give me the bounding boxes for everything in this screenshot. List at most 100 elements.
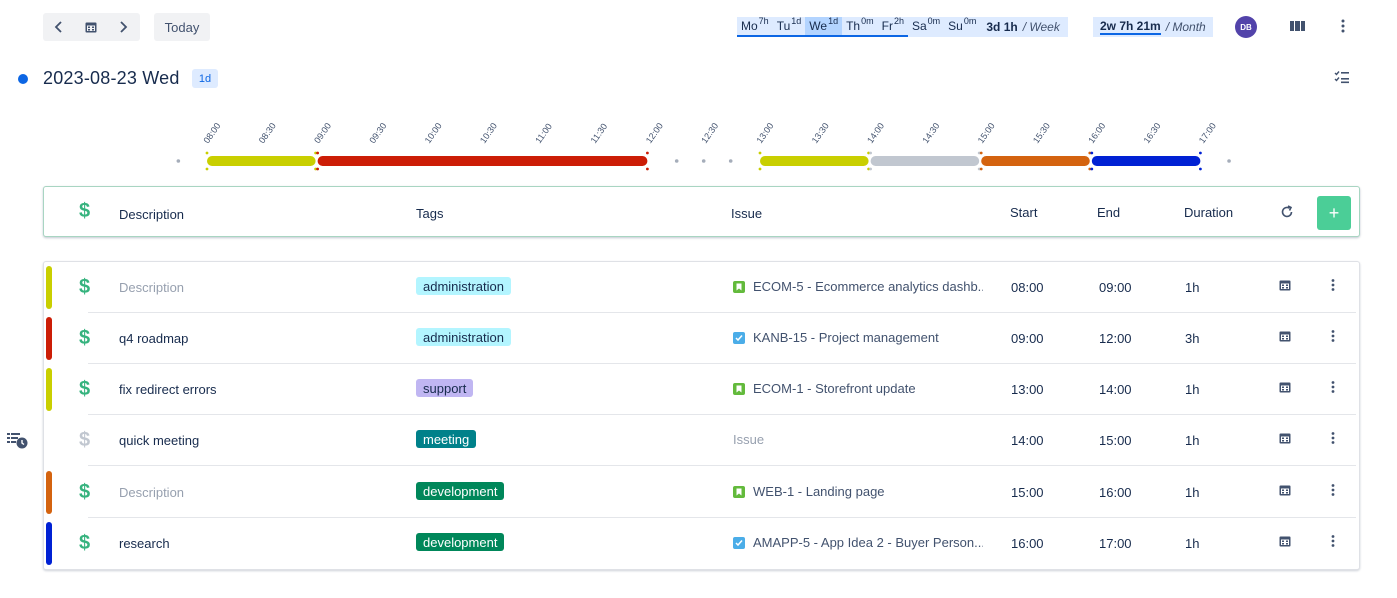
tag-badge[interactable]: support: [416, 379, 474, 397]
refresh-button[interactable]: [1280, 205, 1294, 222]
duration[interactable]: 1h: [1185, 536, 1199, 551]
tag-badge[interactable]: administration: [416, 277, 511, 295]
table-row[interactable]: $ quick meeting meeting Issue 14:00 15:00 1h: [44, 415, 1359, 466]
calendar-picker-button[interactable]: [75, 13, 107, 41]
table-row[interactable]: $ research development AMAPP-5 - App Idea 2…: [44, 518, 1359, 569]
story-icon: [733, 382, 745, 395]
week-day-su[interactable]: Su 0m: [944, 16, 981, 37]
dollar-icon[interactable]: $: [79, 532, 90, 555]
issue-field[interactable]: KANB-15 - Project management: [733, 330, 983, 345]
tag-badge[interactable]: meeting: [416, 430, 477, 448]
tag-badge[interactable]: administration: [416, 328, 511, 346]
start-time[interactable]: 15:00: [1011, 485, 1044, 500]
bulk-select-button[interactable]: [1334, 70, 1350, 89]
duration[interactable]: 3h: [1185, 331, 1199, 346]
start-time[interactable]: 14:00: [1011, 433, 1044, 448]
reschedule-button[interactable]: [1279, 330, 1291, 345]
end-time[interactable]: 16:00: [1099, 485, 1132, 500]
start-time[interactable]: 09:00: [1011, 331, 1044, 346]
timeline-segment[interactable]: [1091, 156, 1201, 166]
week-day-th[interactable]: Th 0m: [842, 16, 878, 37]
issue-field[interactable]: Issue: [733, 432, 983, 447]
add-entry-button[interactable]: +: [1317, 196, 1351, 230]
table-row[interactable]: $ Description development WEB-1 - Landing p…: [44, 467, 1359, 518]
more-options-button[interactable]: [1340, 18, 1346, 39]
duration[interactable]: 1h: [1185, 485, 1199, 500]
row-more-button[interactable]: [1330, 431, 1336, 448]
reschedule-button[interactable]: [1279, 535, 1291, 550]
issue-field[interactable]: AMAPP-5 - App Idea 2 - Buyer Person...: [733, 535, 983, 550]
start-time[interactable]: 16:00: [1011, 536, 1044, 551]
timeline-segment[interactable]: [981, 156, 1090, 166]
timeline-segment[interactable]: [760, 156, 869, 166]
header-description[interactable]: Description: [119, 207, 184, 222]
reschedule-button[interactable]: [1279, 279, 1291, 294]
dollar-icon[interactable]: $: [79, 378, 90, 401]
start-time[interactable]: 08:00: [1011, 280, 1044, 295]
timeline-segment[interactable]: [317, 156, 648, 166]
description-field[interactable]: Description: [119, 280, 184, 295]
duration[interactable]: 1h: [1185, 280, 1199, 295]
week-day-we[interactable]: We 1d: [805, 16, 843, 37]
header-duration[interactable]: Duration: [1184, 205, 1233, 220]
end-time[interactable]: 15:00: [1099, 433, 1132, 448]
description-field[interactable]: fix redirect errors: [119, 382, 217, 397]
timeline-segment-handle: [1199, 151, 1202, 155]
header-issue[interactable]: Issue: [731, 206, 762, 221]
description-field[interactable]: q4 roadmap: [119, 331, 188, 346]
dollar-icon[interactable]: $: [79, 276, 90, 299]
issue-field[interactable]: ECOM-1 - Storefront update: [733, 381, 983, 396]
row-more-button[interactable]: [1330, 483, 1336, 500]
week-day-tu[interactable]: Tu 1d: [772, 16, 806, 37]
month-total: 2w 7h 21m: [1100, 19, 1161, 35]
start-time[interactable]: 13:00: [1011, 382, 1044, 397]
issue-field[interactable]: ECOM-5 - Ecommerce analytics dashb...: [733, 279, 983, 294]
table-row[interactable]: $ Description administration ECOM-5 - Ecomm…: [44, 262, 1359, 313]
header-end[interactable]: End: [1097, 205, 1120, 220]
today-button[interactable]: Today: [154, 13, 210, 41]
header-start[interactable]: Start: [1010, 205, 1037, 220]
next-day-button[interactable]: [107, 13, 139, 41]
row-more-button[interactable]: [1330, 534, 1336, 551]
month-summary[interactable]: 2w 7h 21m / Month: [1093, 17, 1213, 37]
week-day-sa[interactable]: Sa 0m: [907, 16, 945, 37]
description-field[interactable]: Description: [119, 485, 184, 500]
header-tags[interactable]: Tags: [416, 206, 443, 221]
columns-icon: [1290, 21, 1305, 31]
reschedule-button[interactable]: [1279, 432, 1291, 447]
timeline-segment[interactable]: [207, 156, 316, 166]
timeline-segment-handle: [205, 151, 209, 155]
issue-field[interactable]: WEB-1 - Landing page: [733, 484, 983, 499]
table-row[interactable]: $ q4 roadmap administration KANB-15 - Proje…: [44, 313, 1359, 364]
timeline-segment-handle: [979, 167, 983, 171]
dollar-icon[interactable]: $: [79, 429, 90, 452]
end-time[interactable]: 09:00: [1099, 280, 1132, 295]
issue-label: ECOM-5 - Ecommerce analytics dashb...: [753, 279, 983, 294]
tag-badge[interactable]: development: [416, 533, 505, 551]
view-toggle-button[interactable]: [1290, 19, 1306, 37]
week-day-mo[interactable]: Mo 7h: [737, 16, 773, 37]
row-more-button[interactable]: [1330, 278, 1336, 295]
description-field[interactable]: research: [119, 536, 170, 551]
dollar-icon[interactable]: $: [79, 481, 90, 504]
row-more-button[interactable]: [1330, 329, 1336, 346]
table-row[interactable]: $ fix redirect errors support ECOM-1 - Stor…: [44, 364, 1359, 415]
previous-day-button[interactable]: [43, 13, 75, 41]
calendar-icon: [85, 22, 97, 33]
end-time[interactable]: 17:00: [1099, 536, 1132, 551]
dollar-icon[interactable]: $: [79, 200, 90, 223]
week-day-fr[interactable]: Fr 2h: [877, 16, 908, 37]
end-time[interactable]: 14:00: [1099, 382, 1132, 397]
tag-badge[interactable]: development: [416, 482, 505, 500]
reschedule-button[interactable]: [1279, 381, 1291, 396]
end-time[interactable]: 12:00: [1099, 331, 1132, 346]
avatar[interactable]: DB: [1235, 16, 1257, 38]
timesheet-side-button[interactable]: [7, 431, 29, 456]
timeline-segment[interactable]: [870, 156, 980, 166]
row-more-button[interactable]: [1330, 380, 1336, 397]
description-field[interactable]: quick meeting: [119, 433, 199, 448]
duration[interactable]: 1h: [1185, 382, 1199, 397]
duration[interactable]: 1h: [1185, 433, 1199, 448]
dollar-icon[interactable]: $: [79, 327, 90, 350]
reschedule-button[interactable]: [1279, 484, 1291, 499]
